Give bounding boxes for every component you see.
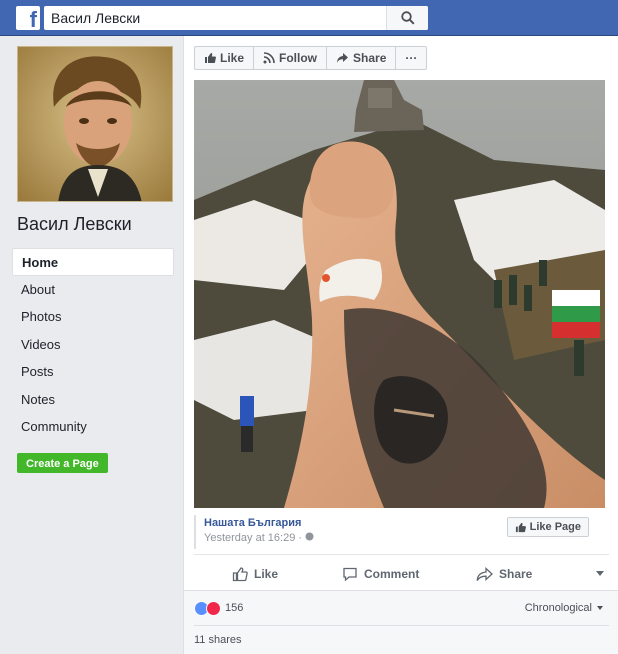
- share-page-button[interactable]: Share: [327, 47, 397, 69]
- like-page-label: Like Page: [529, 521, 581, 533]
- globe-icon: [305, 532, 314, 541]
- embed-source: Нашата България Yesterday at 16:29 · Lik…: [194, 515, 605, 549]
- comment-sort-dropdown[interactable]: Chronological: [525, 602, 603, 614]
- reaction-icons[interactable]: [194, 601, 221, 616]
- shares-count[interactable]: 11 shares: [194, 634, 242, 646]
- rss-icon: [263, 52, 275, 64]
- search-box: [44, 6, 428, 30]
- follow-label: Follow: [279, 51, 318, 65]
- thumbs-up-icon: [515, 522, 526, 532]
- like-label: Like: [220, 51, 245, 65]
- comment-button[interactable]: Comment: [342, 566, 419, 582]
- left-sidebar: Васил Левски Home About Photos Videos Po…: [0, 36, 183, 654]
- share-arrow-icon: [337, 53, 349, 63]
- post-like-label: Like: [254, 567, 279, 581]
- follow-button[interactable]: Follow: [254, 47, 328, 69]
- divider: [194, 554, 609, 555]
- page-name[interactable]: Васил Левски: [17, 214, 132, 235]
- timestamp-text: Yesterday at 16:29 ·: [204, 532, 303, 544]
- post-share-label: Share: [499, 567, 533, 581]
- thumbs-up-outline-icon: [232, 567, 248, 582]
- post-like-button[interactable]: Like: [232, 566, 278, 582]
- nav-photos[interactable]: Photos: [12, 303, 174, 331]
- post-stats: 156 Chronological 11 shares: [184, 590, 618, 654]
- search-button[interactable]: [386, 6, 428, 30]
- share-arrow-icon: [476, 566, 493, 581]
- love-reaction-icon: [206, 601, 221, 616]
- sort-label: Chronological: [524, 602, 592, 614]
- search-input[interactable]: [44, 6, 384, 30]
- comment-label: Comment: [364, 567, 420, 581]
- reaction-count[interactable]: 156: [225, 602, 243, 614]
- comment-icon: [343, 567, 357, 582]
- search-icon: [401, 11, 415, 25]
- thumbs-up-icon: [205, 53, 216, 63]
- nav-posts[interactable]: Posts: [12, 358, 174, 386]
- main-column: Like Follow Share ··· Нашата България Ye…: [183, 36, 618, 654]
- create-page-button[interactable]: Create a Page: [17, 453, 108, 473]
- divider: [194, 625, 609, 626]
- nav-videos[interactable]: Videos: [12, 331, 174, 359]
- audience-dropdown-icon[interactable]: [596, 571, 604, 576]
- like-page-button[interactable]: Like Page: [506, 517, 589, 537]
- top-bar: f: [0, 0, 618, 36]
- like-page-button[interactable]: Like: [195, 47, 255, 69]
- post-timestamp[interactable]: Yesterday at 16:29 ·: [204, 532, 314, 544]
- profile-picture[interactable]: [17, 46, 173, 202]
- post-photo[interactable]: [194, 80, 605, 508]
- page-action-bar: Like Follow Share ···: [194, 46, 428, 70]
- nav-about[interactable]: About: [12, 276, 174, 304]
- source-page-link[interactable]: Нашата България: [204, 517, 301, 529]
- nav-notes[interactable]: Notes: [12, 386, 174, 414]
- nav-community[interactable]: Community: [12, 413, 174, 441]
- caret-down-icon: [597, 606, 603, 610]
- more-options-button[interactable]: ···: [396, 47, 426, 69]
- share-label: Share: [353, 51, 387, 65]
- page-nav: Home About Photos Videos Posts Notes Com…: [12, 248, 174, 441]
- facebook-logo[interactable]: f: [16, 6, 40, 30]
- post-share-button[interactable]: Share: [476, 566, 533, 582]
- nav-home[interactable]: Home: [12, 248, 174, 276]
- post-action-bar: Like Comment Share: [194, 557, 609, 591]
